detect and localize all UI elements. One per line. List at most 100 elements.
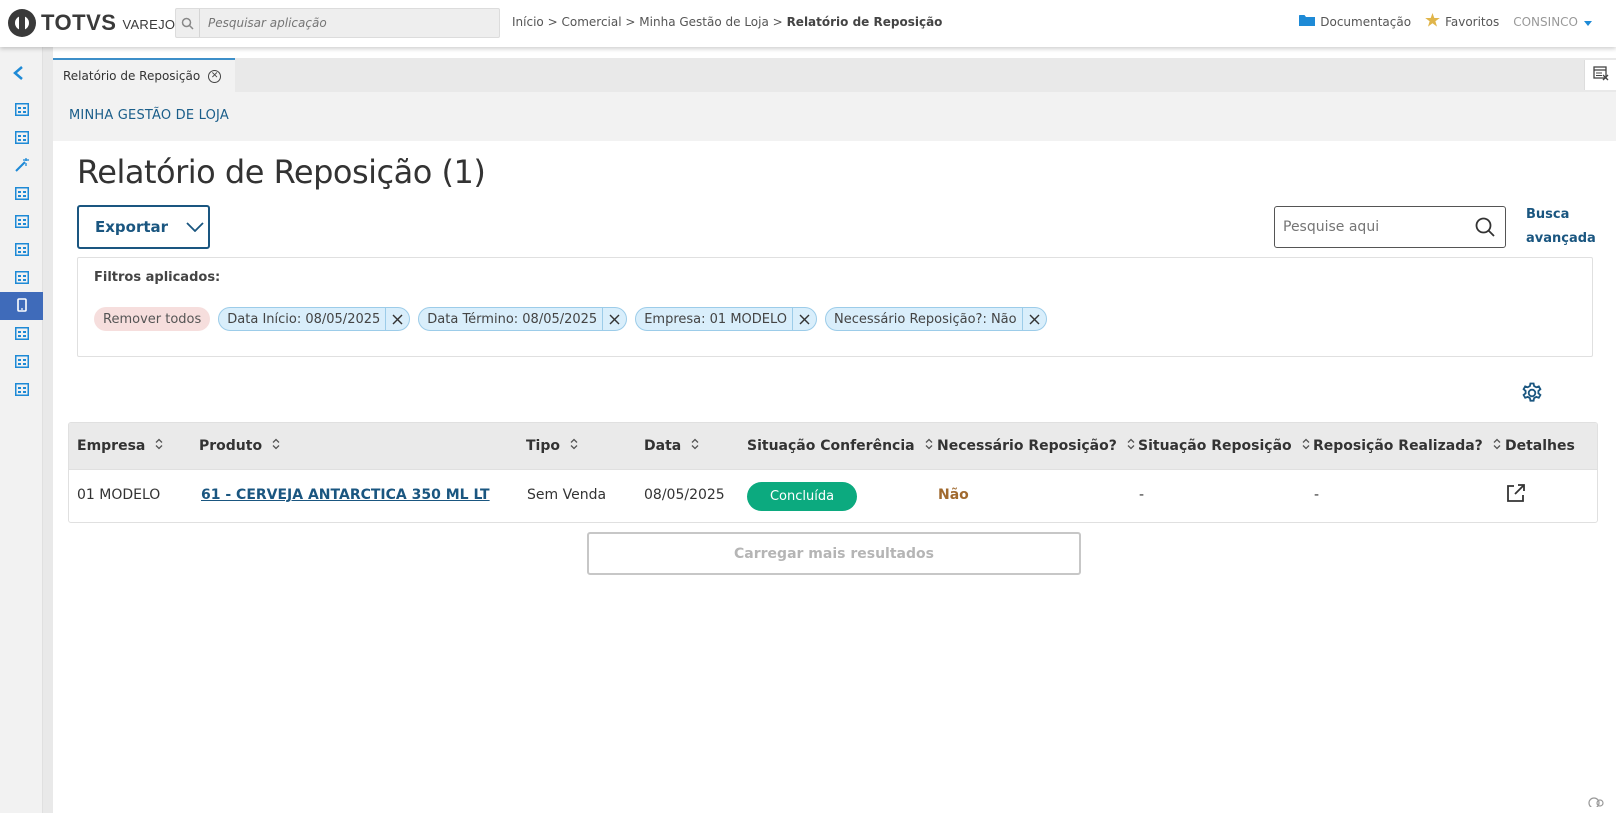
column-produto[interactable]: Produto	[199, 438, 280, 454]
product-link[interactable]: 61 - CERVEJA ANTARCTICA 350 ML LT	[201, 487, 490, 503]
cell-data: 08/05/2025	[644, 487, 725, 503]
close-icon[interactable]	[792, 308, 816, 330]
close-all-tabs-button[interactable]	[1584, 60, 1616, 90]
column-necessario-reposicao[interactable]: Necessário Reposição?	[937, 438, 1135, 454]
filter-chips: Remover todos Data Início: 08/05/2025 Da…	[94, 307, 1055, 331]
load-more-button[interactable]: Carregar mais resultados	[587, 532, 1081, 575]
load-more-label: Carregar mais resultados	[734, 545, 934, 562]
totvs-logo[interactable]: TOTVS VAREJO	[8, 8, 175, 38]
module-title: MINHA GESTÃO DE LOJA	[69, 108, 229, 123]
grid-icon	[14, 325, 29, 344]
tab-label: Relatório de Reposição	[63, 69, 201, 83]
status-badge: Concluída	[747, 482, 857, 511]
export-button[interactable]: Exportar	[77, 205, 210, 249]
close-icon[interactable]	[1021, 308, 1046, 330]
wand-icon	[14, 157, 29, 176]
column-situacao-reposicao[interactable]: Situação Reposição	[1138, 438, 1310, 454]
caret-down-icon	[1584, 15, 1592, 29]
sort-icon	[570, 438, 578, 454]
cell-reposicao-realizada: -	[1314, 487, 1320, 503]
app-search	[175, 8, 500, 38]
sort-icon	[1127, 438, 1135, 454]
documentation-label: Documentação	[1320, 14, 1412, 29]
cell-situacao-reposicao: -	[1139, 487, 1145, 503]
grid-icon	[14, 129, 29, 148]
sidebar-item-3[interactable]	[0, 152, 43, 180]
logo-text: TOTVS	[41, 10, 117, 35]
user-menu[interactable]: CONSINCO	[1513, 15, 1592, 29]
sidebar-item-10[interactable]	[0, 348, 43, 376]
sidebar-item-8-active[interactable]	[0, 292, 43, 320]
tab-relatorio-reposicao[interactable]: Relatório de Reposição ✕	[53, 58, 235, 92]
grid-icon	[14, 185, 29, 204]
search-icon[interactable]	[1475, 217, 1495, 241]
sort-icon	[925, 438, 933, 454]
grid-icon	[14, 353, 29, 372]
sidebar-item-1[interactable]	[0, 96, 43, 124]
column-label: Situação Reposição	[1138, 438, 1292, 454]
sidebar-item-11[interactable]	[0, 376, 43, 404]
close-icon[interactable]	[385, 308, 409, 330]
breadcrumb-minha-gestao[interactable]: Minha Gestão de Loja	[639, 15, 769, 29]
search-field	[1274, 206, 1506, 248]
column-label: Detalhes	[1505, 438, 1575, 454]
column-situacao-conferencia[interactable]: Situação Conferência	[747, 438, 933, 454]
column-label: Produto	[199, 438, 263, 454]
filter-chip-data-termino: Data Término: 08/05/2025	[418, 307, 628, 331]
close-tab-icon[interactable]: ✕	[208, 69, 222, 83]
documentation-link[interactable]: Documentação	[1299, 14, 1411, 30]
column-label: Necessário Reposição?	[937, 438, 1117, 454]
column-label: Empresa	[77, 438, 146, 454]
breadcrumb-inicio[interactable]: Início	[512, 15, 544, 29]
search-input[interactable]	[1275, 219, 1465, 235]
help-icon[interactable]	[1588, 792, 1606, 811]
column-label: Tipo	[526, 438, 560, 454]
breadcrumb-current: Relatório de Reposição	[786, 15, 943, 29]
cell-necessario-reposicao: Não	[938, 487, 969, 503]
sidebar-item-5[interactable]	[0, 208, 43, 236]
sort-icon	[1302, 438, 1310, 454]
app-search-input[interactable]	[200, 9, 490, 37]
column-tipo[interactable]: Tipo	[526, 438, 578, 454]
top-right-actions: Documentação Favoritos CONSINCO	[1285, 13, 1592, 30]
breadcrumb-separator: >	[547, 15, 558, 29]
table-header: Empresa Produto Tipo Data Situação Confe…	[69, 423, 1597, 470]
external-link-icon[interactable]	[1506, 483, 1526, 507]
breadcrumb-comercial[interactable]: Comercial	[561, 15, 621, 29]
grid-icon	[14, 381, 29, 400]
advanced-search-line1: Busca	[1526, 207, 1570, 222]
close-tabs-icon	[1592, 65, 1609, 85]
column-data[interactable]: Data	[644, 438, 699, 454]
gear-icon[interactable]	[1521, 382, 1543, 408]
remove-all-filters-button[interactable]: Remover todos	[94, 307, 211, 331]
favorites-link[interactable]: Favoritos	[1425, 13, 1499, 30]
sidebar-item-4[interactable]	[0, 180, 43, 208]
close-icon[interactable]	[602, 308, 626, 330]
filters-title: Filtros aplicados:	[94, 270, 221, 285]
sort-icon	[155, 438, 163, 454]
applied-filters-panel: Filtros aplicados: Remover todos Data In…	[77, 257, 1593, 357]
filter-chip-label: Data Início: 08/05/2025	[227, 311, 381, 327]
remove-all-label: Remover todos	[103, 311, 202, 327]
column-reposicao-realizada[interactable]: Reposição Realizada?	[1313, 438, 1501, 454]
breadcrumb: Início > Comercial > Minha Gestão de Loj…	[512, 15, 942, 29]
column-label: Data	[644, 438, 682, 454]
chevron-left-icon[interactable]	[11, 65, 25, 85]
logo-subtitle: VAREJO	[122, 17, 176, 32]
sidebar-item-9[interactable]	[0, 320, 43, 348]
advanced-search-link[interactable]: Busca avançada	[1526, 203, 1596, 251]
sidebar-item-2[interactable]	[0, 124, 43, 152]
tab-bar: Relatório de Reposição ✕	[53, 58, 1616, 92]
totvs-logo-icon	[8, 9, 36, 37]
column-empresa[interactable]: Empresa	[77, 438, 163, 454]
cell-tipo: Sem Venda	[527, 487, 607, 503]
filter-chip-label: Empresa: 01 MODELO	[644, 311, 788, 327]
sidebar-item-6[interactable]	[0, 236, 43, 264]
cell-empresa: 01 MODELO	[77, 487, 161, 503]
filter-chip-empresa: Empresa: 01 MODELO	[635, 307, 818, 331]
folder-icon	[1299, 14, 1316, 30]
column-detalhes: Detalhes	[1505, 438, 1575, 454]
star-icon	[1425, 13, 1440, 30]
mobile-icon	[16, 297, 27, 316]
sidebar-item-7[interactable]	[0, 264, 43, 292]
